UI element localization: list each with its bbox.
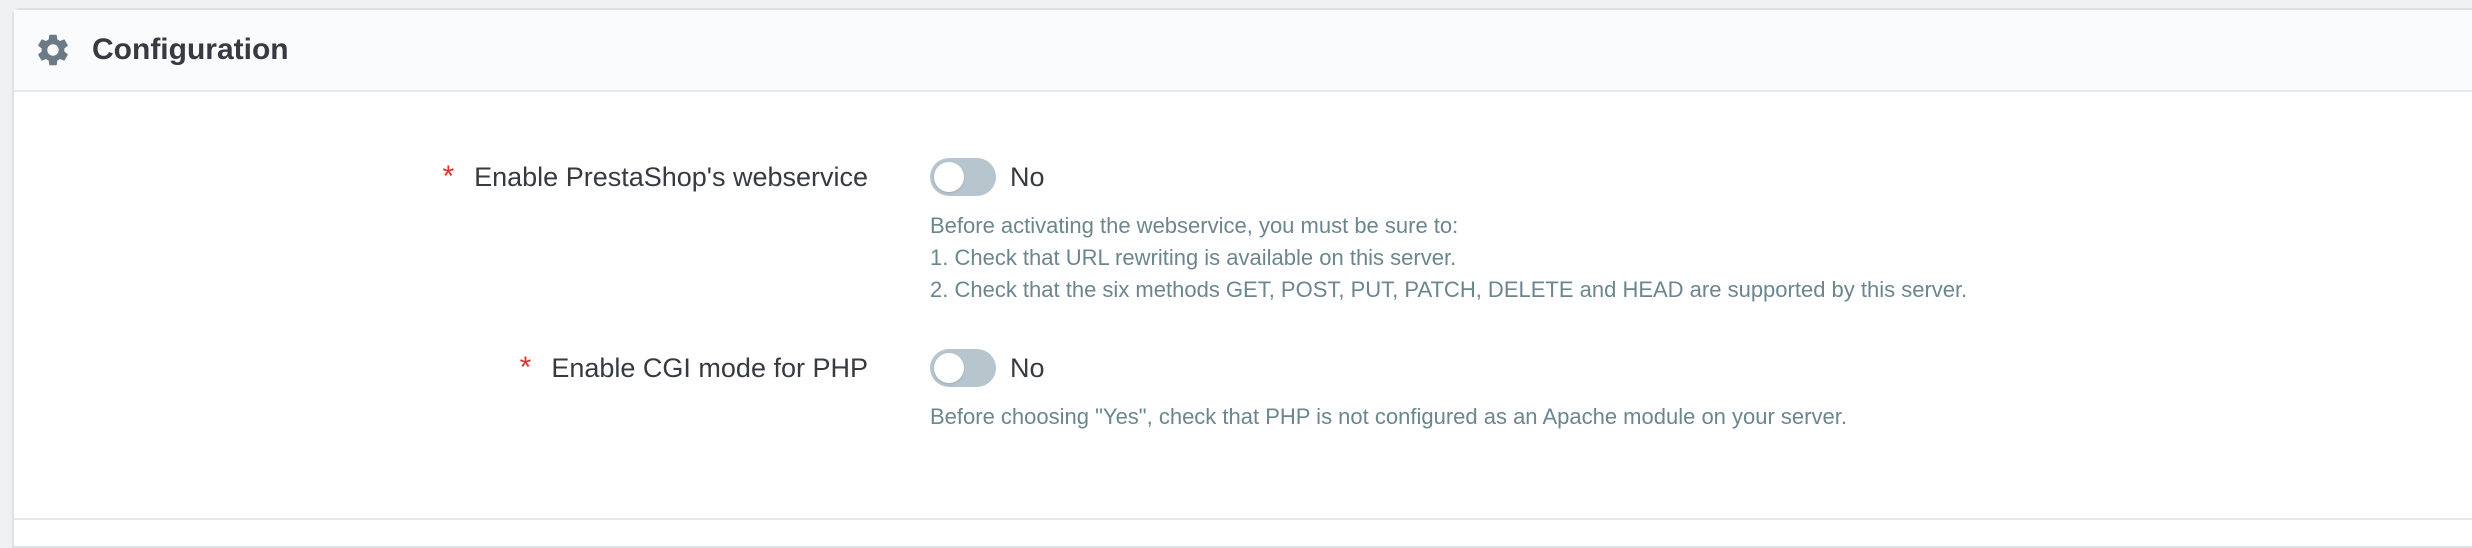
webservice-help-text: Before activating the webservice, you mu…	[930, 210, 1967, 306]
label-text: Enable CGI mode for PHP	[551, 353, 868, 383]
cgi-mode-help-text: Before choosing "Yes", check that PHP is…	[930, 401, 1847, 433]
configuration-panel: Configuration * Enable PrestaShop's webse…	[12, 8, 2472, 548]
field-label-cgi-mode: * Enable CGI mode for PHP	[520, 351, 868, 385]
help-line: 2. Check that the six methods GET, POST,…	[930, 277, 1968, 302]
help-line: 1. Check that URL rewriting is available…	[930, 245, 1457, 270]
panel-title: Configuration	[92, 33, 289, 66]
help-line: Before activating the webservice, you mu…	[930, 213, 1459, 238]
help-line: Before choosing "Yes", check that PHP is…	[930, 404, 1847, 429]
webservice-toggle[interactable]	[930, 158, 996, 196]
label-text: Enable PrestaShop's webservice	[474, 162, 868, 192]
field-label-webservice: * Enable PrestaShop's webservice	[442, 160, 868, 194]
panel-footer-divider	[14, 518, 2472, 520]
cgi-mode-toggle-state: No	[1010, 353, 1045, 383]
toggle-knob	[934, 353, 964, 383]
required-mark: *	[519, 351, 532, 384]
gear-icon	[34, 31, 72, 69]
toggle-knob	[934, 162, 964, 192]
cgi-mode-toggle[interactable]	[930, 349, 996, 387]
panel-header: Configuration	[14, 10, 2472, 92]
webservice-toggle-state: No	[1010, 162, 1045, 192]
required-mark: *	[442, 160, 455, 193]
